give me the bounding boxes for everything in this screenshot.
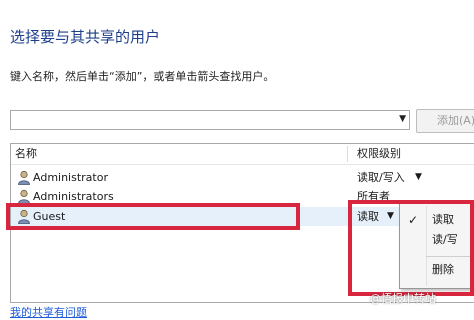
help-link[interactable]: 我的共享有问题 [10,304,87,320]
user-icon [18,170,30,185]
header-separator [11,164,474,165]
chevron-down-icon[interactable]: ▼ [399,114,406,124]
permission-level[interactable]: 读取/写入 [357,168,405,187]
highlight-box-permission [348,200,474,296]
highlight-box-guest [6,203,300,230]
column-header-name[interactable]: 名称 [15,144,37,164]
user-name: Administrator [33,171,108,184]
user-icon [18,189,30,204]
column-header-permission[interactable]: 权限级别 [357,144,401,164]
dialog-title: 选择要与其共享的用户 [10,28,161,46]
user-name-input[interactable] [13,112,395,130]
watermark: @悟报中转站 [370,292,436,305]
add-button[interactable]: 添加(A) [416,109,474,133]
table-row[interactable]: Administrator 读取/写入 ▼ [11,168,474,187]
instruction-text: 键入名称，然后单击“添加”，或者单击箭头查找用户。 [10,70,275,83]
column-divider [347,146,348,162]
chevron-down-icon[interactable]: ▼ [415,168,422,187]
user-combobox[interactable]: ▼ [10,110,410,130]
